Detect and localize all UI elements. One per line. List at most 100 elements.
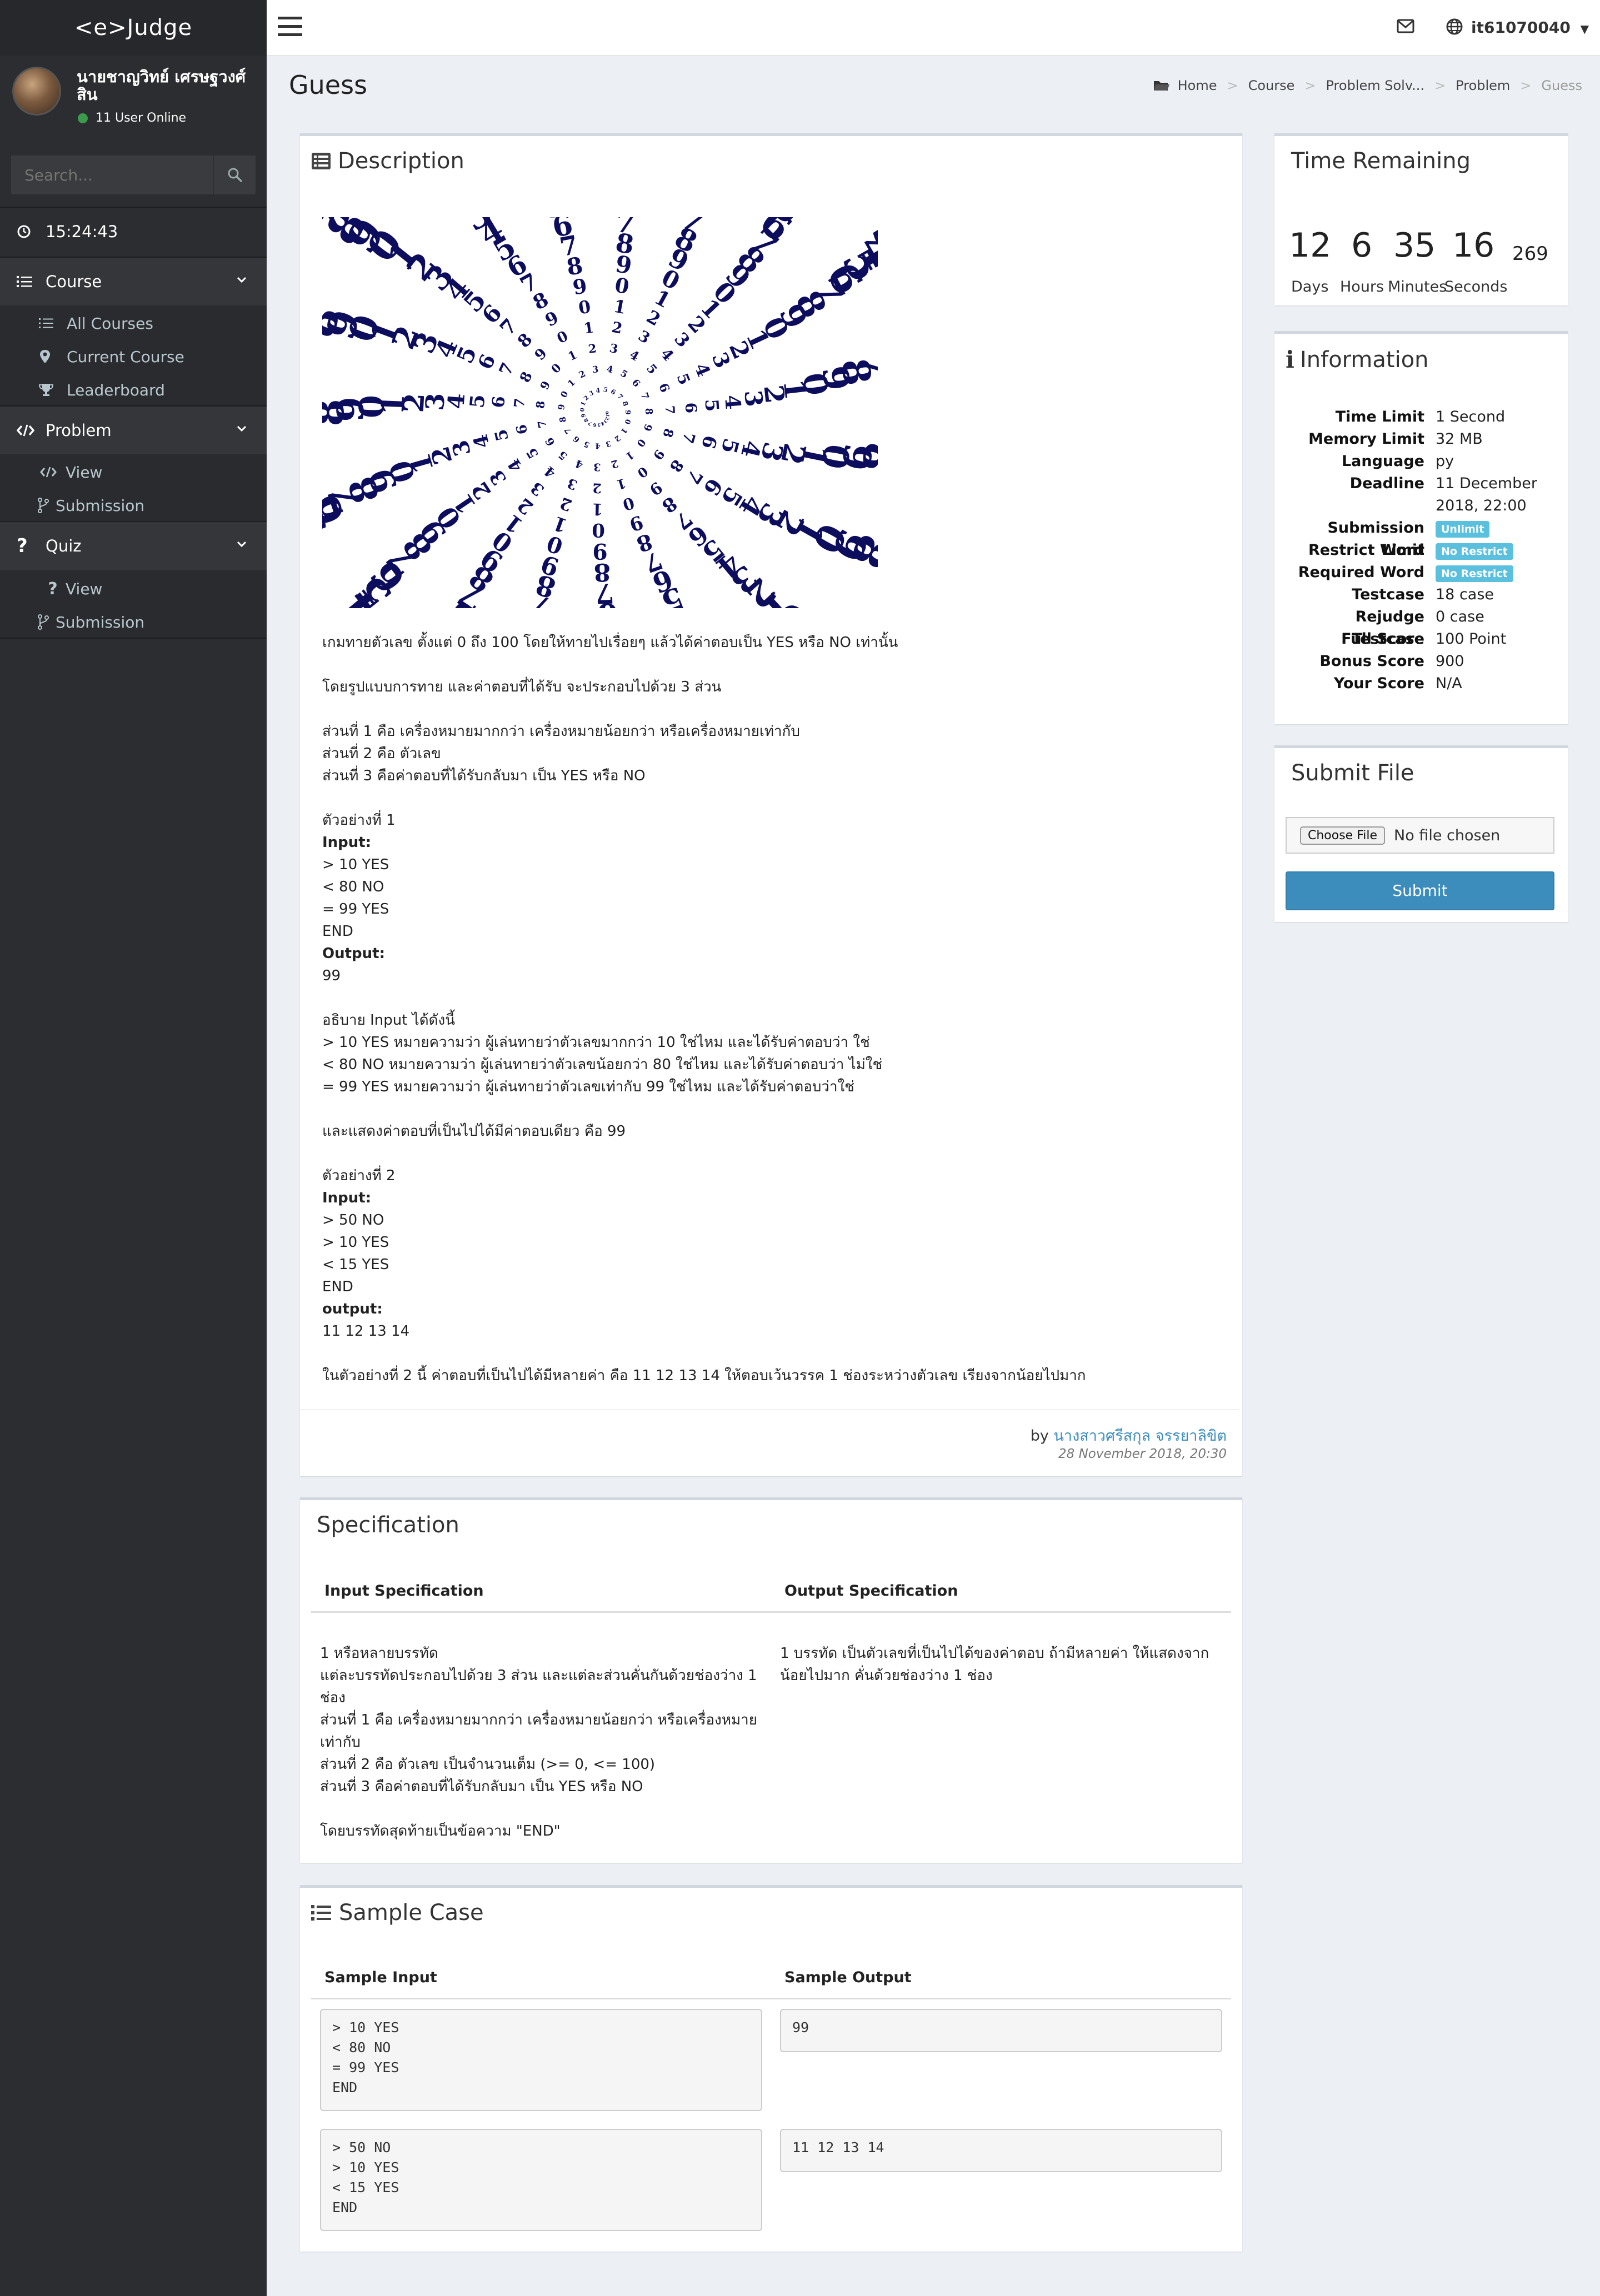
description-line: เกมทายตัวเลข ตั้งแต่ 0 ถึง 100 โดยให้ทาย… (322, 634, 898, 651)
spiral-digit: 0 (579, 408, 586, 413)
sidebar-item-quiz-submission[interactable]: Submission (38, 605, 260, 639)
spiral-digit: 0 (549, 361, 564, 376)
description-line: Input: (322, 834, 372, 851)
description-line (322, 1342, 1233, 1365)
hamburger-icon[interactable] (278, 17, 304, 39)
spiral-digit: 2 (587, 341, 597, 356)
submit-file-title: Submit File (1291, 760, 1414, 786)
spiral-digit: 0 (634, 437, 648, 449)
breadcrumb-course-name[interactable]: Problem Solv... (1326, 78, 1425, 93)
search-button[interactable] (213, 156, 256, 194)
spiral-digit: 6 (629, 377, 642, 389)
description-line: > 10 YES หมายความว่า ผู้เล่นทายว่าตัวเลข… (322, 1034, 870, 1051)
info-value: 900 (1436, 653, 1464, 670)
spiral-digit: 9 (624, 410, 632, 415)
spiral-digit: 0 (623, 418, 632, 425)
code-icon (40, 467, 57, 478)
map-marker-icon (40, 350, 50, 363)
input-spec-line: ส่วนที่ 1 คือ เครื่องหมายมากกว่า เครื่อง… (320, 1712, 757, 1728)
breadcrumb-separator: > (1434, 78, 1446, 93)
sidebar-item-problem-submission[interactable]: Submission (38, 489, 260, 522)
clock-display: 15:24:43 (0, 208, 267, 255)
spiral-digit: 7 (563, 426, 574, 435)
spiral-digit: 0 (577, 297, 592, 319)
spiral-digit: 4 (541, 463, 559, 482)
time-remaining-box: Time Remaining 12 6 35 16 269 Days Hours… (1274, 133, 1568, 305)
sidebar-problem-toggle[interactable]: Problem (0, 407, 267, 454)
sidebar-item-all-courses[interactable]: All Courses (39, 307, 261, 340)
timer-days: 12 (1289, 226, 1332, 265)
file-status: No file chosen (1394, 826, 1501, 844)
sidebar-item-leaderboard[interactable]: Leaderboard (39, 373, 261, 407)
spiral-digit: 5 (523, 445, 542, 462)
info-value: py (1436, 453, 1454, 470)
choose-file-button[interactable]: Choose File (1300, 826, 1386, 845)
spiral-digit: 3 (588, 389, 594, 398)
output-spec-header: Output Specification (784, 1582, 958, 1600)
info-value: 32 MB (1436, 430, 1483, 448)
information-box: i Information Time Limit 1 Second Memory L… (1274, 331, 1568, 724)
description-box: Description 0123456789012345678901234567… (300, 133, 1242, 1476)
sidebar-quiz-toggle[interactable]: ? Quiz (0, 522, 267, 570)
breadcrumb-course[interactable]: Course (1248, 78, 1295, 93)
description-line: = 99 YES หมายความว่า ผู้เล่นทายว่าตัวเลข… (322, 1079, 854, 1095)
spiral-digit: 1 (612, 296, 627, 318)
spiral-digit: 8 (533, 400, 548, 409)
sidebar-course-toggle[interactable]: Course (0, 258, 267, 305)
chevron-down-icon (237, 541, 247, 548)
globe-icon[interactable] (1446, 18, 1463, 36)
author-link[interactable]: นางสาวศรีสกุล จรรยาลิขิต (1053, 1427, 1227, 1445)
info-value: 11 December 2018, 22:00 (1436, 475, 1537, 514)
search-input[interactable] (11, 156, 213, 194)
breadcrumb-problem[interactable]: Problem (1456, 78, 1510, 93)
sidebar-item-label: Leaderboard (67, 380, 165, 399)
spiral-digit: 1 (592, 500, 603, 519)
info-key: Time Limit (1335, 408, 1424, 425)
user-menu[interactable]: it61070040 ▼ (1471, 0, 1589, 56)
sidebar-item-problem-view[interactable]: View (40, 455, 262, 489)
info-value: 100 Point (1436, 630, 1507, 648)
file-input[interactable]: Choose File No file chosen (1286, 817, 1554, 854)
spiral-digit: 0 (621, 493, 637, 514)
app-logo[interactable]: <e>Judge (0, 0, 267, 56)
spiral-digit: 4 (573, 457, 585, 472)
spiral-digit: 2 (610, 319, 623, 338)
sample-input-1: > 10 YES < 80 NO = 99 YES END (320, 2009, 762, 2111)
info-key: Memory Limit (1308, 430, 1424, 448)
sample-input-2: > 50 NO > 10 YES < 15 YES END (320, 2129, 762, 2231)
info-key: Deadline (1349, 475, 1424, 492)
envelope-icon[interactable] (1397, 19, 1414, 33)
sidebar-item-label: Current Course (67, 347, 184, 366)
description-line (322, 698, 1233, 720)
spiral-digit: 6 (543, 435, 558, 448)
submit-button[interactable]: Submit (1286, 871, 1554, 910)
description-line: < 15 YES (322, 1256, 389, 1273)
timer-hours: 6 (1351, 226, 1373, 265)
clock-time: 15:24:43 (46, 222, 118, 241)
breadcrumb-home[interactable]: Home (1178, 78, 1217, 93)
spiral-digit: 7 (678, 430, 699, 446)
spiral-digit: 4 (606, 363, 614, 375)
input-spec-line: 1 หรือหลายบรรทัด (320, 1645, 438, 1662)
description-line (322, 1142, 1233, 1165)
spiral-digit: 4 (627, 348, 641, 364)
description-line: 11 12 13 14 (322, 1323, 410, 1340)
description-line: โดยรูปแบบการทาย และค่าตอบที่ได้รับ จะประ… (322, 679, 722, 695)
post-date: 28 November 2018, 20:30 (1058, 1447, 1227, 1461)
input-spec-line: เท่ากับ (320, 1734, 361, 1751)
sidebar-item-label: View (66, 463, 103, 482)
spiral-digit: 3 (592, 364, 599, 375)
info-row: Language py (1286, 450, 1563, 473)
spiral-digit: 5 (597, 422, 601, 427)
spiral-digit: 3 (593, 460, 601, 473)
spiral-digit: 8 (558, 416, 568, 423)
info-row: Required Word No Restrict (1286, 562, 1563, 584)
information-header: i Information (1286, 346, 1429, 373)
question-icon: ? (17, 535, 28, 557)
list-icon (17, 276, 32, 287)
sidebar-item-current-course[interactable]: Current Course (39, 340, 261, 373)
info-badge: No Restrict (1436, 565, 1513, 582)
spiral-digit: 2 (577, 368, 587, 380)
sidebar-item-quiz-view[interactable]: ? View (40, 572, 262, 605)
description-line: ส่วนที่ 2 คือ ตัวเลข (322, 745, 441, 762)
